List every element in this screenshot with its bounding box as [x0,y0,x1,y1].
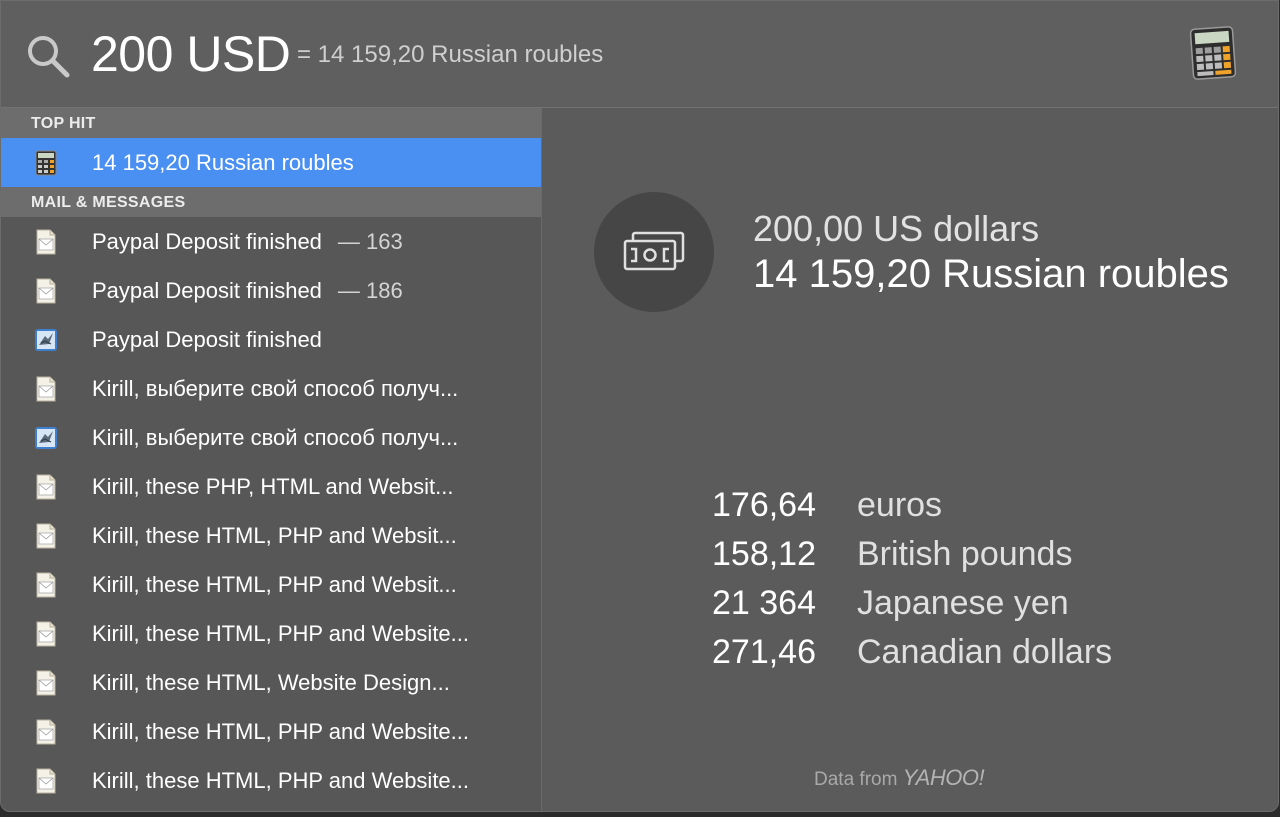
mail-message-icon [36,670,56,696]
result-title: 14 159,20 Russian roubles [92,150,354,175]
yahoo-logo: YAHOO! [902,765,985,790]
result-title: Kirill, these PHP, HTML and Websit... [92,474,454,499]
banknote-icon [623,231,685,271]
mail-message-icon [36,572,56,598]
result-title: Kirill, these HTML, PHP and Websit... [92,523,457,548]
rate-value: 158,12 [712,535,816,573]
result-title: Kirill, these HTML, PHP and Website... [92,768,469,793]
mail-result-row[interactable]: Kirill, these HTML, PHP and Website... [1,756,541,805]
search-icon [28,36,70,78]
top-hit-row[interactable]: 14 159,20 Russian roubles [1,138,541,187]
mail-app-icon [35,329,57,351]
currency-rate-row: 158,12 British pounds [542,535,1278,584]
mail-app-icon [35,427,57,449]
mail-message-icon [36,229,56,255]
mail-message-icon [36,768,56,794]
rate-currency: British pounds [857,535,1073,573]
result-meta: — 163 [337,229,403,254]
calculator-icon [35,150,57,176]
result-title: Paypal Deposit finished [92,327,322,352]
converted-amount: 14 159,20 Russian roubles [753,252,1229,296]
result-title: Paypal Deposit finished [92,229,322,254]
result-title: Kirill, these HTML, PHP and Website... [92,621,469,646]
mail-result-row[interactable]: Kirill, these HTML, PHP and Website... [1,609,541,658]
result-title: Kirill, these HTML, Website Design... [92,670,450,695]
search-bar[interactable]: 200 USD = 14 159,20 Russian roubles [1,1,1278,108]
rate-value: 21 364 [712,584,816,622]
rate-value: 271,46 [712,633,816,671]
preview-pane: 200,00 US dollars 14 159,20 Russian roub… [542,108,1278,811]
section-header-mail-messages: MAIL & MESSAGES [1,187,541,217]
mail-result-row[interactable]: Kirill, these HTML, PHP and Websit... [1,560,541,609]
results-list: TOP HIT 14 159,20 Russian roubles MAIL &… [1,108,542,811]
rate-value: 176,64 [712,486,816,524]
mail-message-icon [36,523,56,549]
inline-conversion-result: = 14 159,20 Russian roubles [297,41,604,68]
result-title: Kirill, выберите свой способ получ... [92,376,459,401]
currency-rate-row: 271,46 Canadian dollars [542,633,1278,682]
spotlight-window: 200 USD = 14 159,20 Russian roubles TOP … [0,0,1279,812]
currency-badge [594,192,714,312]
mail-message-icon [36,376,56,402]
result-title: Kirill, these HTML, PHP and Website... [92,719,469,744]
mail-message-icon [36,474,56,500]
currency-rate-row: 176,64 euros [542,486,1278,535]
rate-currency: euros [857,486,943,524]
mail-result-row[interactable]: Kirill, these HTML, PHP and Website... [1,707,541,756]
mail-result-row[interactable]: Kirill, these HTML, PHP and Websit... [1,511,541,560]
search-query[interactable]: 200 USD [91,25,291,83]
mail-result-row[interactable]: Paypal Deposit finished — 186 [1,266,541,315]
mail-message-icon [36,621,56,647]
result-title: Paypal Deposit finished [92,278,322,303]
rate-currency: Japanese yen [857,584,1069,622]
mail-result-row[interactable]: Kirill, these HTML, Website Design... [1,658,541,707]
result-meta: — 186 [337,278,403,303]
section-header-top-hit: TOP HIT [1,108,541,138]
mail-result-row[interactable]: Kirill, выберите свой способ получ... [1,413,541,462]
mail-result-row[interactable]: Kirill, these PHP, HTML and Websit... [1,462,541,511]
mail-result-row[interactable]: Paypal Deposit finished — 163 [1,217,541,266]
mail-message-icon [36,278,56,304]
mail-result-row[interactable]: Kirill, выберите свой способ получ... [1,364,541,413]
rate-currency: Canadian dollars [857,633,1113,671]
other-currencies-list: 176,64 euros 158,12 British pounds 21 36… [542,486,1278,682]
result-title: Kirill, these HTML, PHP and Websit... [92,572,457,597]
calculator-app-icon [1189,26,1237,80]
mail-result-row[interactable]: Paypal Deposit finished [1,315,541,364]
source-amount: 200,00 US dollars [753,208,1040,249]
mail-message-icon [36,719,56,745]
data-source-attribution[interactable]: Data from YAHOO! [814,765,985,791]
result-title: Kirill, выберите свой способ получ... [92,425,459,450]
data-source-label: Data from [814,769,898,790]
currency-rate-row: 21 364 Japanese yen [542,584,1278,633]
